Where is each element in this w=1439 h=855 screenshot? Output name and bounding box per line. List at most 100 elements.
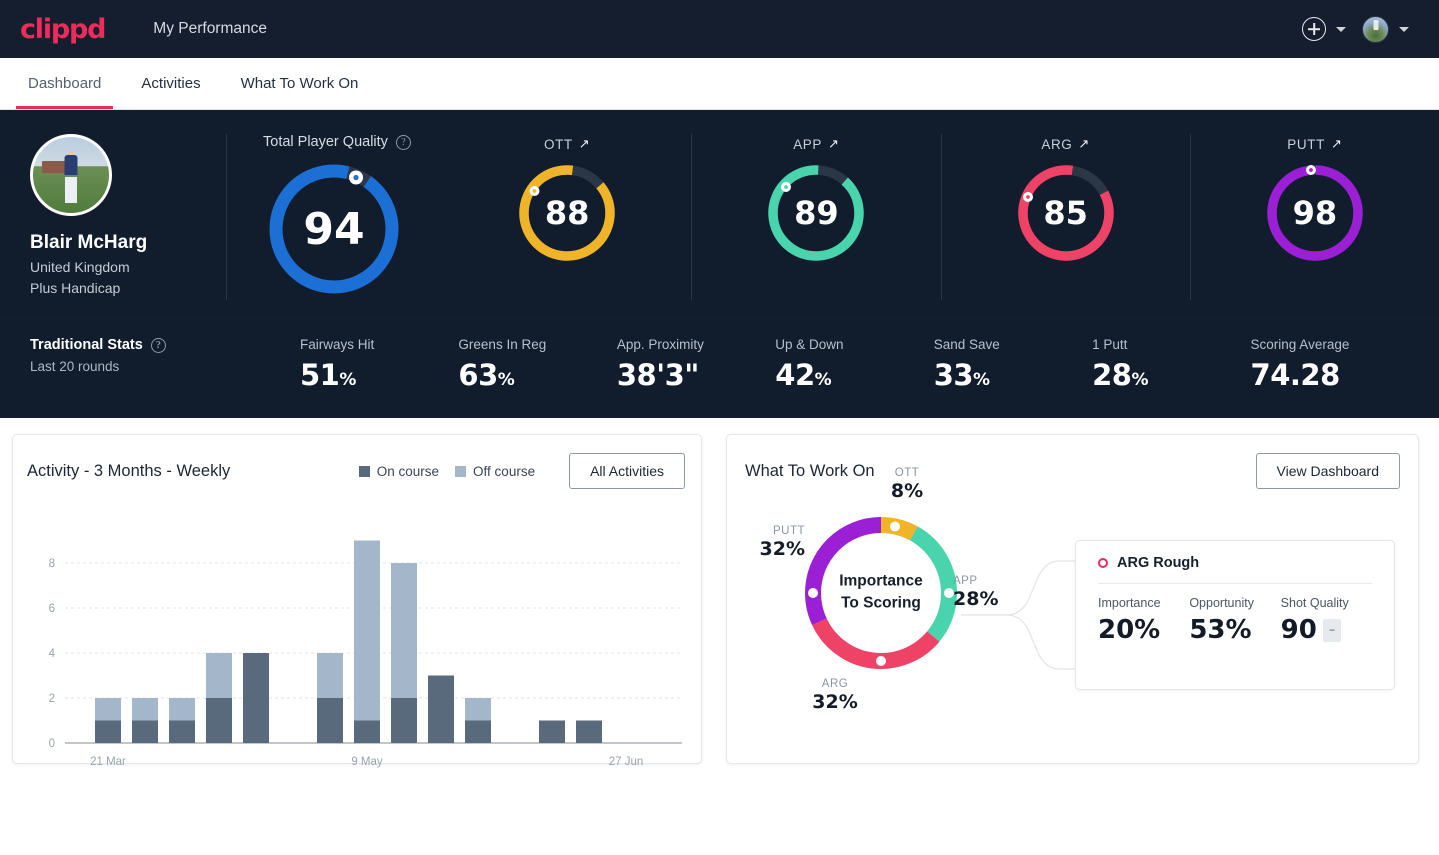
work-title: What To Work On — [745, 461, 875, 480]
chevron-down-icon[interactable] — [1399, 26, 1409, 32]
player-name: Blair McHarg — [30, 232, 148, 253]
top-bar-actions — [1302, 15, 1419, 43]
stat-up-and-down: Up & Down 42% — [775, 337, 933, 392]
metric-label: Importance — [1098, 596, 1161, 610]
legend-label: On course — [376, 463, 440, 479]
donut-center-line2: To Scoring — [841, 595, 921, 612]
arrow-up-right-icon: ↗ — [578, 136, 591, 151]
stat-scoring-average: Scoring Average 74.28 — [1251, 337, 1409, 392]
stat-value: 28% — [1092, 358, 1149, 392]
metric-label: Shot Quality — [1280, 596, 1349, 610]
avatar[interactable] — [1362, 15, 1389, 43]
stat-value: 51% — [300, 358, 356, 392]
metric-value: 20% — [1098, 615, 1161, 645]
gauge-arg: ARG ↗ 85 — [940, 134, 1190, 300]
detail-card[interactable]: ARG Rough Importance 20% Opportunity 53%… — [1075, 540, 1395, 690]
divider — [1098, 583, 1372, 584]
tpq-label: Total Player Quality — [263, 134, 388, 150]
stat-sand-save: Sand Save 33% — [934, 337, 1092, 392]
tab-dashboard[interactable]: Dashboard — [8, 58, 121, 109]
performance-hero: Blair McHarg United Kingdom Plus Handica… — [0, 110, 1439, 418]
gauge-putt: PUTT ↗ 98 — [1189, 134, 1439, 300]
activity-title: Activity - 3 Months - Weekly — [27, 461, 231, 480]
donut-center-label: Importance To Scoring — [797, 571, 965, 616]
question-mark-icon[interactable]: ? — [150, 337, 166, 353]
stat-label: Sand Save — [933, 337, 1000, 352]
gauge-app-value: 89 — [794, 194, 839, 232]
main-tabs: Dashboard Activities What To Work On — [0, 58, 1439, 110]
donut-label-app: APP 28% — [953, 575, 999, 610]
stat-label: Scoring Average — [1250, 337, 1350, 352]
svg-text:6: 6 — [49, 603, 55, 615]
traditional-stats-subtitle: Last 20 rounds — [30, 359, 120, 374]
chevron-down-icon[interactable] — [1336, 26, 1346, 32]
player-handicap: Plus Handicap — [30, 280, 121, 296]
stat-label: Fairways Hit — [300, 337, 375, 352]
gauge-putt-value: 98 — [1292, 194, 1338, 232]
stat-value: 33% — [933, 358, 990, 392]
donut-label-arg: ARG 32% — [812, 678, 858, 713]
all-activities-button[interactable]: All Activities — [569, 453, 685, 489]
svg-text:21 Mar: 21 Mar — [90, 756, 126, 768]
donut-label-putt: PUTT 32% — [759, 525, 805, 560]
app-title: My Performance — [153, 20, 267, 37]
gauge-ott-value: 88 — [544, 194, 590, 232]
traditional-stats-title: Traditional Stats — [30, 337, 143, 353]
top-bar: clippd My Performance — [0, 0, 1439, 58]
stat-value: 38'3" — [616, 358, 700, 392]
svg-text:27 Jun: 27 Jun — [609, 756, 644, 768]
svg-text:9 May: 9 May — [351, 756, 383, 768]
activity-legend: On course Off course All Activities — [358, 453, 685, 489]
gauge-app: APP ↗ 89 — [691, 134, 940, 300]
tpq-value: 94 — [303, 203, 365, 255]
plus-circle-icon[interactable] — [1302, 17, 1326, 41]
gauge-ott-label: OTT — [543, 136, 573, 152]
gauge-arg-label: ARG — [1041, 136, 1073, 152]
legend-off-course: Off course — [455, 464, 535, 479]
metric-value: 90 – — [1281, 615, 1372, 645]
stat-value: 63% — [458, 358, 515, 392]
stat-label: App. Proximity — [616, 337, 704, 352]
tab-what-to-work-on[interactable]: What To Work On — [221, 58, 379, 109]
tpq-gauge: 94 — [263, 158, 405, 300]
legend-swatch — [455, 465, 467, 477]
stat-greens-in-reg: Greens In Reg 63% — [458, 337, 616, 392]
stat-value: 42% — [775, 358, 832, 392]
question-mark-icon[interactable]: ? — [395, 134, 411, 150]
svg-text:4: 4 — [49, 648, 56, 660]
stat-fairways-hit: Fairways Hit 51% — [300, 337, 458, 392]
app-logo[interactable]: clippd — [20, 14, 107, 45]
gauge-putt-label: PUTT — [1287, 136, 1325, 152]
gauge-app-label: APP — [793, 136, 823, 152]
arrow-up-right-icon: ↗ — [1078, 136, 1090, 151]
stat-label: Up & Down — [775, 337, 844, 352]
stat-label: Greens In Reg — [458, 337, 547, 352]
trend-badge: – — [1322, 618, 1342, 642]
total-player-quality: Total Player Quality ? 94 — [227, 134, 443, 300]
arrow-up-right-icon: ↗ — [1330, 136, 1343, 151]
player-avatar[interactable] — [30, 134, 112, 216]
svg-text:8: 8 — [49, 558, 55, 570]
metric-importance: Importance 20% — [1098, 596, 1189, 645]
player-country: United Kingdom — [30, 259, 130, 275]
stat-1-putt: 1 Putt 28% — [1092, 337, 1250, 392]
sub-gauges: OTT ↗ 88 APP ↗ 89 ARG ↗ 85 PUTT ↗ 98 — [443, 134, 1439, 300]
bar-chart-svg: 8 6 4 2 0 21 Mar 9 May 27 Jun — [49, 540, 682, 768]
importance-donut-chart: Importance To Scoring — [797, 509, 965, 677]
stat-app-proximity: App. Proximity 38'3" — [617, 337, 775, 392]
arrow-up-right-icon: ↗ — [828, 136, 840, 151]
gauge-arg-value: 85 — [1043, 194, 1088, 232]
svg-text:0: 0 — [49, 738, 55, 750]
metric-shot-quality: Shot Quality 90 – — [1281, 596, 1372, 645]
lower-panels: Activity - 3 Months - Weekly On course O… — [0, 418, 1439, 768]
view-dashboard-button[interactable]: View Dashboard — [1255, 453, 1400, 489]
tab-activities[interactable]: Activities — [121, 58, 220, 109]
gauge-ott: OTT ↗ 88 — [443, 134, 691, 300]
donut-label-ott: OTT 8% — [890, 467, 924, 502]
legend-swatch — [358, 465, 370, 477]
activity-card: Activity - 3 Months - Weekly On course O… — [12, 434, 702, 768]
metric-value: 53% — [1189, 615, 1252, 645]
player-profile: Blair McHarg United Kingdom Plus Handica… — [0, 134, 226, 300]
detail-card-title: ARG Rough — [1117, 555, 1200, 571]
donut-center-line1: Importance — [839, 572, 923, 590]
